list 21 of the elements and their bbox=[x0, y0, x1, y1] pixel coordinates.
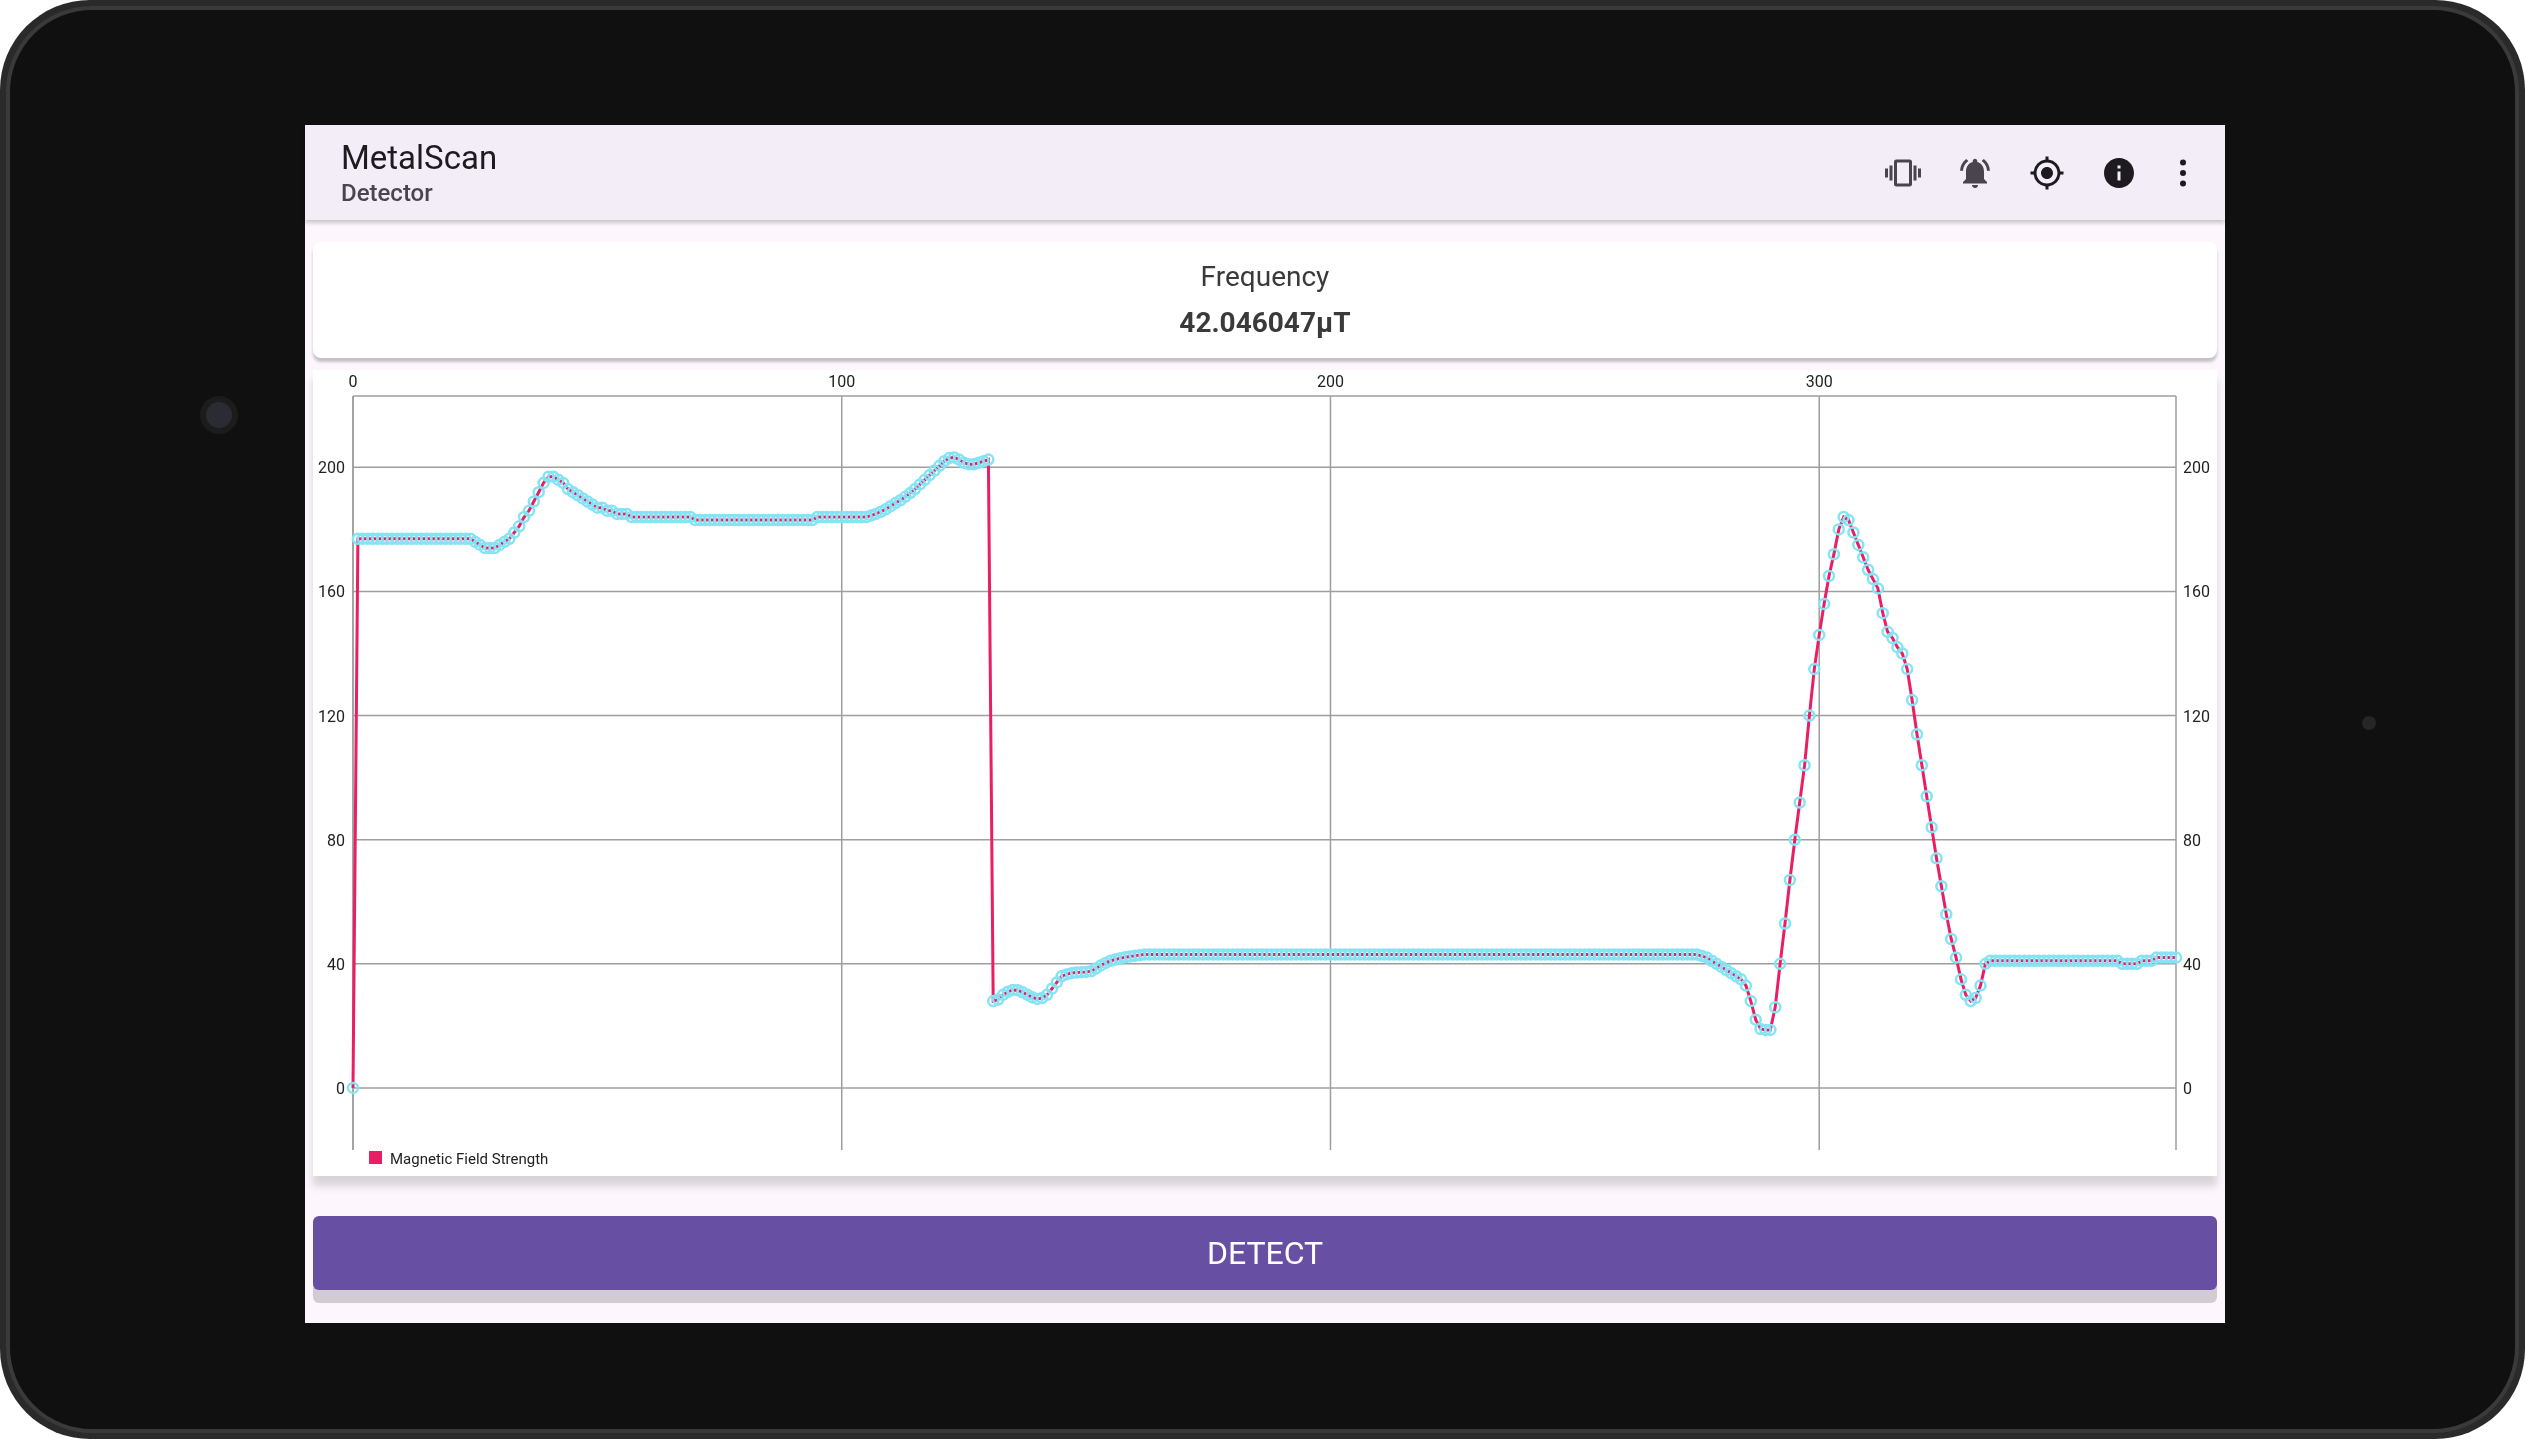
x-axis-label: 200 bbox=[1317, 372, 1344, 391]
y-axis-label: 40 bbox=[327, 954, 345, 974]
x-axis-label: 100 bbox=[828, 372, 856, 391]
y-axis-label: 200 bbox=[2183, 458, 2210, 478]
y-axis-label: 80 bbox=[327, 830, 345, 850]
y-axis-label: 0 bbox=[336, 1078, 345, 1098]
legend-label: Magnetic Field Strength bbox=[390, 1150, 549, 1168]
y-axis-label: 0 bbox=[2183, 1078, 2192, 1098]
y-axis-label: 80 bbox=[2183, 830, 2201, 850]
y-axis-label: 40 bbox=[2183, 954, 2201, 974]
y-axis-label: 200 bbox=[318, 458, 345, 478]
app-title: MetalScan bbox=[341, 137, 498, 178]
app-subtitle: Detector bbox=[341, 177, 434, 208]
frequency-value: 42.046047μT bbox=[1179, 307, 1351, 339]
y-axis-label: 160 bbox=[318, 582, 345, 602]
x-axis-label: 0 bbox=[348, 372, 358, 391]
y-axis-label: 120 bbox=[318, 706, 345, 726]
x-axis-label: 300 bbox=[1805, 372, 1833, 391]
frequency-label: Frequency bbox=[1200, 261, 1330, 293]
y-axis-label: 120 bbox=[2183, 706, 2210, 726]
y-axis-label: 160 bbox=[2183, 582, 2210, 602]
